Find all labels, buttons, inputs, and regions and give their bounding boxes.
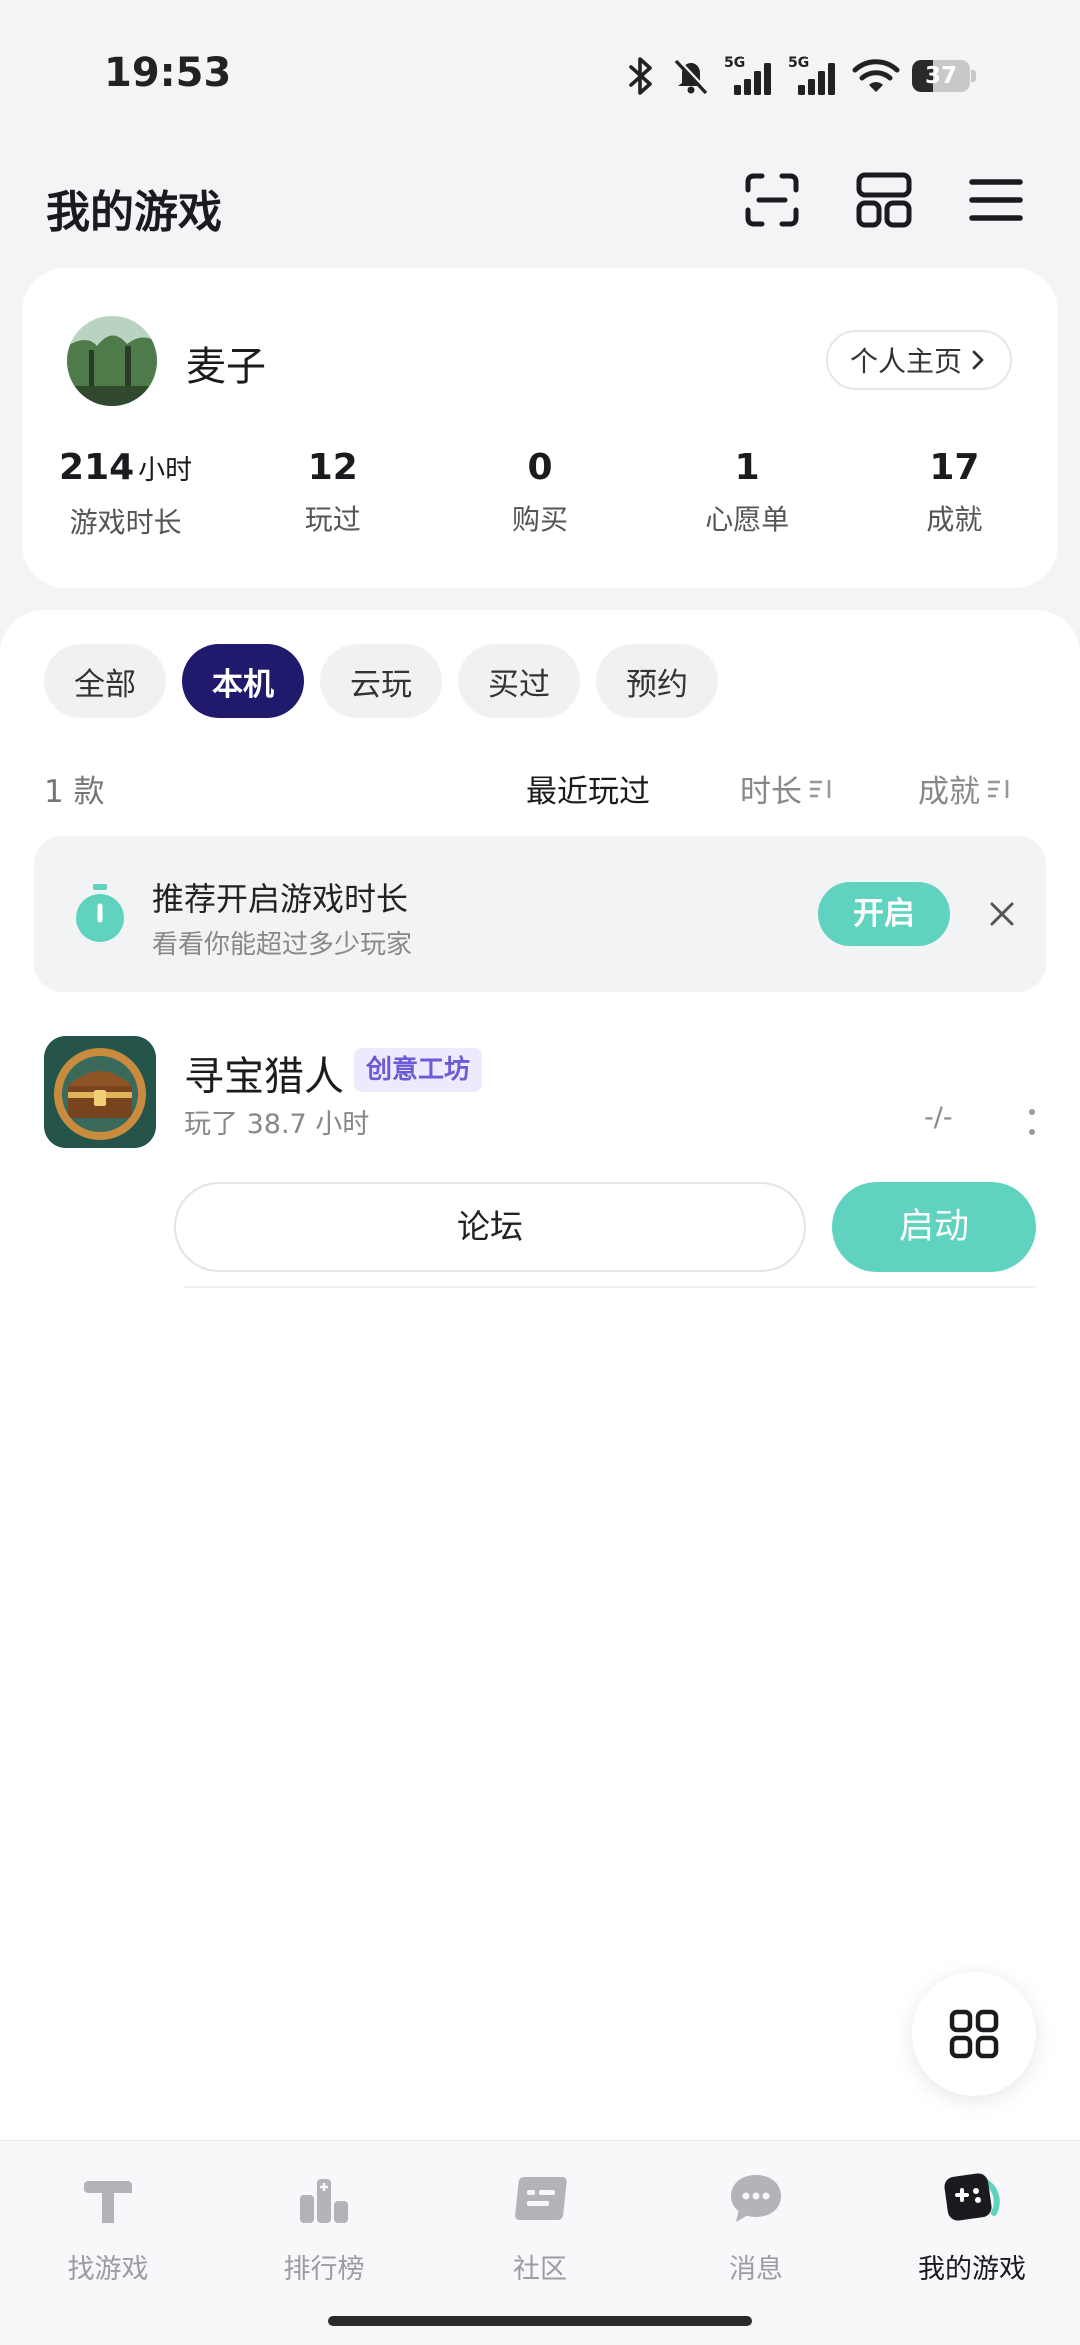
mute-bell-icon: [674, 58, 709, 95]
wifi-icon: [852, 59, 900, 92]
find-games-icon: [84, 2181, 132, 2223]
chevron-right-icon: [972, 350, 984, 370]
divider: [184, 1286, 1036, 1288]
filter-chip-all[interactable]: 全部: [44, 644, 166, 718]
tab-messages[interactable]: 消息: [648, 2169, 864, 2286]
stat-played[interactable]: 12 玩过: [229, 446, 436, 541]
sort-recent[interactable]: 最近玩过: [526, 766, 650, 811]
tab-my-games[interactable]: 我的游戏: [864, 2169, 1080, 2286]
sort-achievements[interactable]: 成就: [918, 766, 1012, 811]
sort-row: 1 款 最近玩过 时长 成就: [0, 758, 1080, 818]
signal-5g-label: 5G: [724, 55, 745, 71]
stat-achievements[interactable]: 17 成就: [851, 446, 1058, 541]
forum-button[interactable]: 论坛: [174, 1182, 806, 1272]
profile-stats: 214 小时 游戏时长 12 玩过 0 购买 1 心愿单 17 成就: [22, 446, 1058, 541]
personal-homepage-label: 个人主页: [849, 345, 962, 378]
sort-order-icon: [988, 779, 1009, 798]
floating-grid-button[interactable]: [912, 1972, 1036, 2096]
page-title: 我的游戏: [46, 187, 222, 238]
tab-label: 社区: [513, 2254, 567, 2285]
tab-label: 我的游戏: [918, 2254, 1026, 2285]
stopwatch-icon: [76, 884, 124, 942]
stat-label: 游戏时长: [69, 506, 182, 539]
stat-value: 1: [734, 447, 760, 488]
filter-chip-bought[interactable]: 买过: [458, 644, 580, 718]
profile-name: 麦子: [186, 344, 266, 390]
scan-button[interactable]: [742, 170, 802, 230]
banner-title: 推荐开启游戏时长: [152, 880, 409, 918]
layout-button[interactable]: [854, 170, 914, 230]
close-icon[interactable]: [982, 894, 1022, 934]
stat-label: 心愿单: [705, 503, 790, 536]
sort-duration[interactable]: 时长: [740, 766, 834, 811]
stat-value: 17: [929, 447, 980, 488]
avatar[interactable]: [67, 316, 157, 406]
stat-play-time[interactable]: 214 小时 游戏时长: [22, 446, 229, 541]
bottom-tab-bar: 找游戏 排行榜 社区 消息 我的游戏: [0, 2140, 1080, 2345]
sort-label: 成就: [918, 774, 980, 810]
sort-label: 最近玩过: [526, 774, 650, 810]
tab-find-games[interactable]: 找游戏: [0, 2169, 216, 2286]
filter-chip-reserved[interactable]: 预约: [596, 644, 718, 718]
playtime-banner: 推荐开启游戏时长 看看你能超过多少玩家 开启: [34, 836, 1046, 992]
stat-label: 成就: [926, 503, 983, 536]
battery-icon: 37: [912, 58, 976, 94]
stat-label: 购买: [512, 503, 569, 536]
profile-card: 麦子 个人主页 214 小时 游戏时长 12 玩过 0 购买 1 心愿单 17 成…: [22, 268, 1058, 588]
stat-value: 214: [59, 447, 135, 488]
status-bar: 19:53 5G 5G 37: [0, 0, 1080, 150]
battery-level: 37: [924, 63, 957, 89]
filter-chip-cloud[interactable]: 云玩: [320, 644, 442, 718]
community-icon: [515, 2177, 567, 2220]
game-title: 寻宝猎人: [184, 1054, 344, 1100]
more-vertical-icon[interactable]: [1026, 1104, 1038, 1144]
menu-icon: [969, 179, 1023, 221]
games-panel: 全部 本机 云玩 买过 预约 1 款 最近玩过 时长 成就 推荐开启游戏时长 看…: [0, 610, 1080, 2140]
status-time: 19:53: [104, 50, 232, 96]
message-bubble-icon: [731, 2175, 781, 2222]
banner-subtitle: 看看你能超过多少玩家: [152, 930, 413, 960]
tab-label: 找游戏: [67, 2254, 149, 2285]
game-playtime: 玩了 38.7 小时: [184, 1109, 370, 1140]
stat-value: 12: [307, 447, 358, 488]
tab-rankings[interactable]: 排行榜: [216, 2169, 432, 2286]
grid-icon: [949, 2009, 999, 2059]
tab-label: 消息: [729, 2254, 783, 2285]
signal-5g-label: 5G: [788, 55, 809, 71]
filter-chips: 全部 本机 云玩 买过 预约: [44, 644, 718, 718]
game-icon[interactable]: [44, 1036, 156, 1148]
home-indicator[interactable]: [328, 2316, 752, 2326]
stat-value: 0: [527, 447, 553, 488]
game-achievement-progress: -/-: [924, 1102, 953, 1133]
stat-unit: 小时: [138, 455, 193, 486]
menu-button[interactable]: [966, 170, 1026, 230]
workshop-tag: 创意工坊: [354, 1048, 483, 1092]
tab-label: 排行榜: [283, 2254, 365, 2285]
sort-order-icon: [810, 779, 831, 798]
filter-chip-local[interactable]: 本机: [182, 644, 304, 718]
personal-homepage-button[interactable]: 个人主页: [825, 330, 1012, 390]
signal-5g-icon: 5G: [724, 55, 771, 95]
game-count: 1 款: [44, 774, 105, 810]
signal-5g-icon: 5G: [788, 55, 835, 95]
gamepad-icon: [944, 2173, 1000, 2221]
game-list-item[interactable]: 寻宝猎人 创意工坊 玩了 38.7 小时 -/- 论坛 启动: [0, 1022, 1080, 1302]
tab-community[interactable]: 社区: [432, 2169, 648, 2286]
enable-playtime-button[interactable]: 开启: [818, 882, 950, 946]
leaderboard-icon: [300, 2179, 348, 2223]
stat-purchased[interactable]: 0 购买: [436, 446, 643, 541]
sort-label: 时长: [740, 774, 802, 810]
layout-icon: [856, 172, 912, 228]
bluetooth-icon: [629, 57, 652, 95]
status-icons: 5G 5G 37: [624, 52, 976, 100]
stat-label: 玩过: [304, 503, 361, 536]
stat-wishlist[interactable]: 1 心愿单: [644, 446, 851, 541]
launch-button[interactable]: 启动: [832, 1182, 1036, 1272]
scan-icon: [745, 173, 799, 227]
